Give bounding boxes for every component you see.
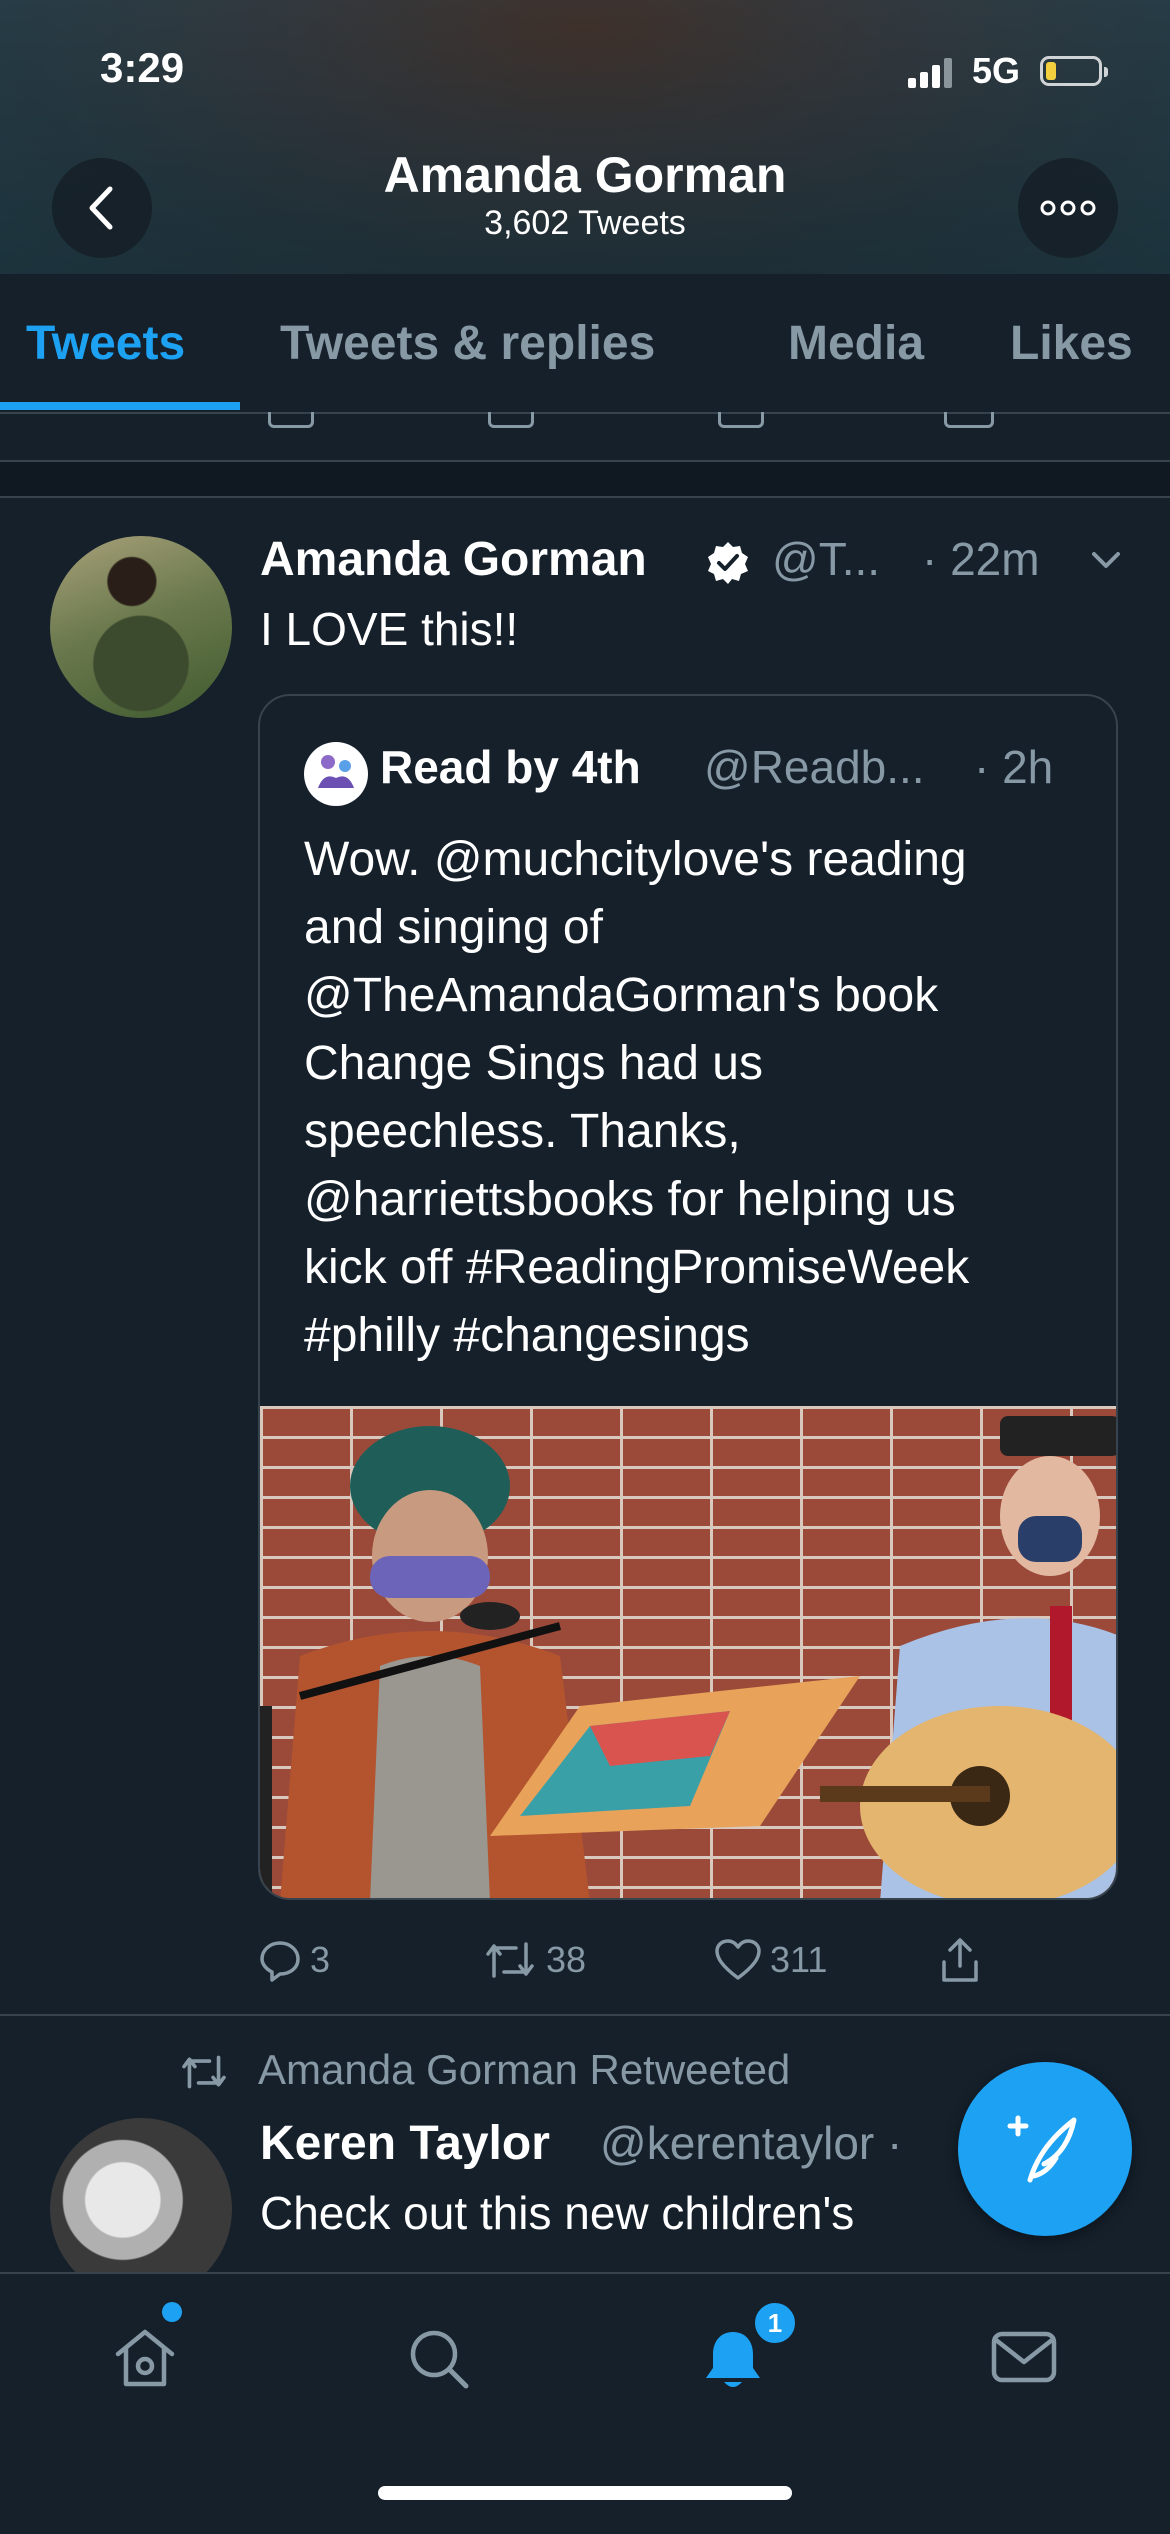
- battery-icon: [1040, 56, 1108, 86]
- signal-icon: [908, 56, 954, 88]
- like-button[interactable]: 311: [714, 1930, 827, 1990]
- retweet-icon: [182, 2055, 226, 2089]
- share-icon: [942, 1938, 978, 1982]
- chevron-down-icon[interactable]: [1088, 546, 1124, 574]
- quoted-text-line: kick off #ReadingPromiseWeek: [304, 1241, 970, 1294]
- quoted-time: · 2h: [974, 741, 1054, 793]
- quoted-text-line: Wow. @muchcitylove's reading: [304, 833, 967, 886]
- quoted-text: Wow. @muchcitylove's reading and singing…: [304, 826, 1104, 1370]
- profile-tabs: Tweets Tweets & replies Media Likes: [0, 274, 1170, 414]
- quoted-author-handle: @Readb...: [704, 741, 925, 793]
- retweet-icon: [486, 1942, 534, 1978]
- like-icon: [715, 1939, 761, 1980]
- search-icon[interactable]: [406, 2326, 472, 2392]
- tab-tweets[interactable]: Tweets: [26, 316, 185, 371]
- profile-header: 3:29 5G Amanda Gorman 3,602 Tweets: [0, 0, 1170, 274]
- header-tweet-count: 3,602 Tweets: [484, 204, 686, 242]
- quoted-text-line: #philly #changesings: [304, 1309, 750, 1362]
- divider-line: [0, 496, 1170, 498]
- reply-count: 3: [310, 1939, 331, 1980]
- tweet-time: · 22m: [922, 533, 1040, 585]
- quoted-media-image[interactable]: [260, 1406, 1116, 1898]
- messages-icon[interactable]: [990, 2326, 1058, 2386]
- tab-media[interactable]: Media: [788, 316, 924, 371]
- retweet-button[interactable]: 38: [482, 1930, 586, 1990]
- reply-button[interactable]: 3: [258, 1930, 330, 1990]
- quoted-text-line: @harriettsbooks for helping us: [304, 1173, 956, 1226]
- quoted-author-name: Read by 4th: [380, 741, 641, 793]
- divider-line: [0, 2014, 1170, 2016]
- avatar[interactable]: [50, 536, 232, 718]
- header-name: Amanda Gorman: [383, 147, 787, 203]
- quoted-avatar: [304, 742, 368, 806]
- tweet-text: Check out this new children's: [260, 2187, 855, 2239]
- notifications-badge: 1: [752, 2300, 798, 2346]
- retweet-count: 38: [546, 1939, 587, 1980]
- quoted-text-line: and singing of: [304, 901, 603, 954]
- home-icon[interactable]: [112, 2326, 178, 2390]
- tweet-author-handle[interactable]: @T...: [772, 532, 880, 586]
- read-by-4th-logo-icon: [305, 743, 367, 805]
- status-time: 3:29: [100, 44, 185, 91]
- more-button[interactable]: [1018, 158, 1118, 258]
- more-icon: [1040, 200, 1096, 216]
- quoted-tweet-card[interactable]: Read by 4th @Readb... · 2h Wow. @muchcit…: [258, 694, 1118, 1900]
- tweet-author-handle[interactable]: @kerentaylor ·: [600, 2116, 902, 2170]
- tab-likes[interactable]: Likes: [1010, 316, 1133, 371]
- quoted-text-line: speechless. Thanks,: [304, 1105, 741, 1158]
- reply-icon: [260, 1941, 300, 1982]
- quoted-text-line: @TheAmandaGorman's book: [304, 969, 939, 1022]
- tweet-author-name[interactable]: Amanda Gorman: [260, 532, 647, 587]
- tweet-text: I LOVE this!!: [260, 603, 519, 655]
- compose-icon: [1007, 2115, 1077, 2183]
- section-divider: [0, 460, 1170, 496]
- home-unread-dot: [162, 2302, 182, 2322]
- tweet-author-name[interactable]: Keren Taylor: [260, 2116, 550, 2171]
- share-button[interactable]: [938, 1930, 990, 1990]
- previous-tweet-actions-clipped: [0, 412, 1170, 434]
- home-indicator: [378, 2486, 792, 2500]
- network-type: 5G: [972, 50, 1021, 91]
- media-scene: [260, 1416, 1116, 1898]
- like-count: 311: [770, 1939, 828, 1980]
- retweeted-label[interactable]: Amanda Gorman Retweeted: [258, 2046, 790, 2094]
- quoted-text-line: Change Sings had us: [304, 1037, 763, 1090]
- tab-tweets-replies[interactable]: Tweets & replies: [280, 316, 655, 371]
- verified-icon: [708, 542, 748, 584]
- active-tab-indicator: [0, 402, 240, 410]
- divider-line: [0, 460, 1170, 462]
- compose-tweet-button[interactable]: [958, 2062, 1132, 2236]
- tweet-actions: 3 38 311: [0, 1930, 1170, 1990]
